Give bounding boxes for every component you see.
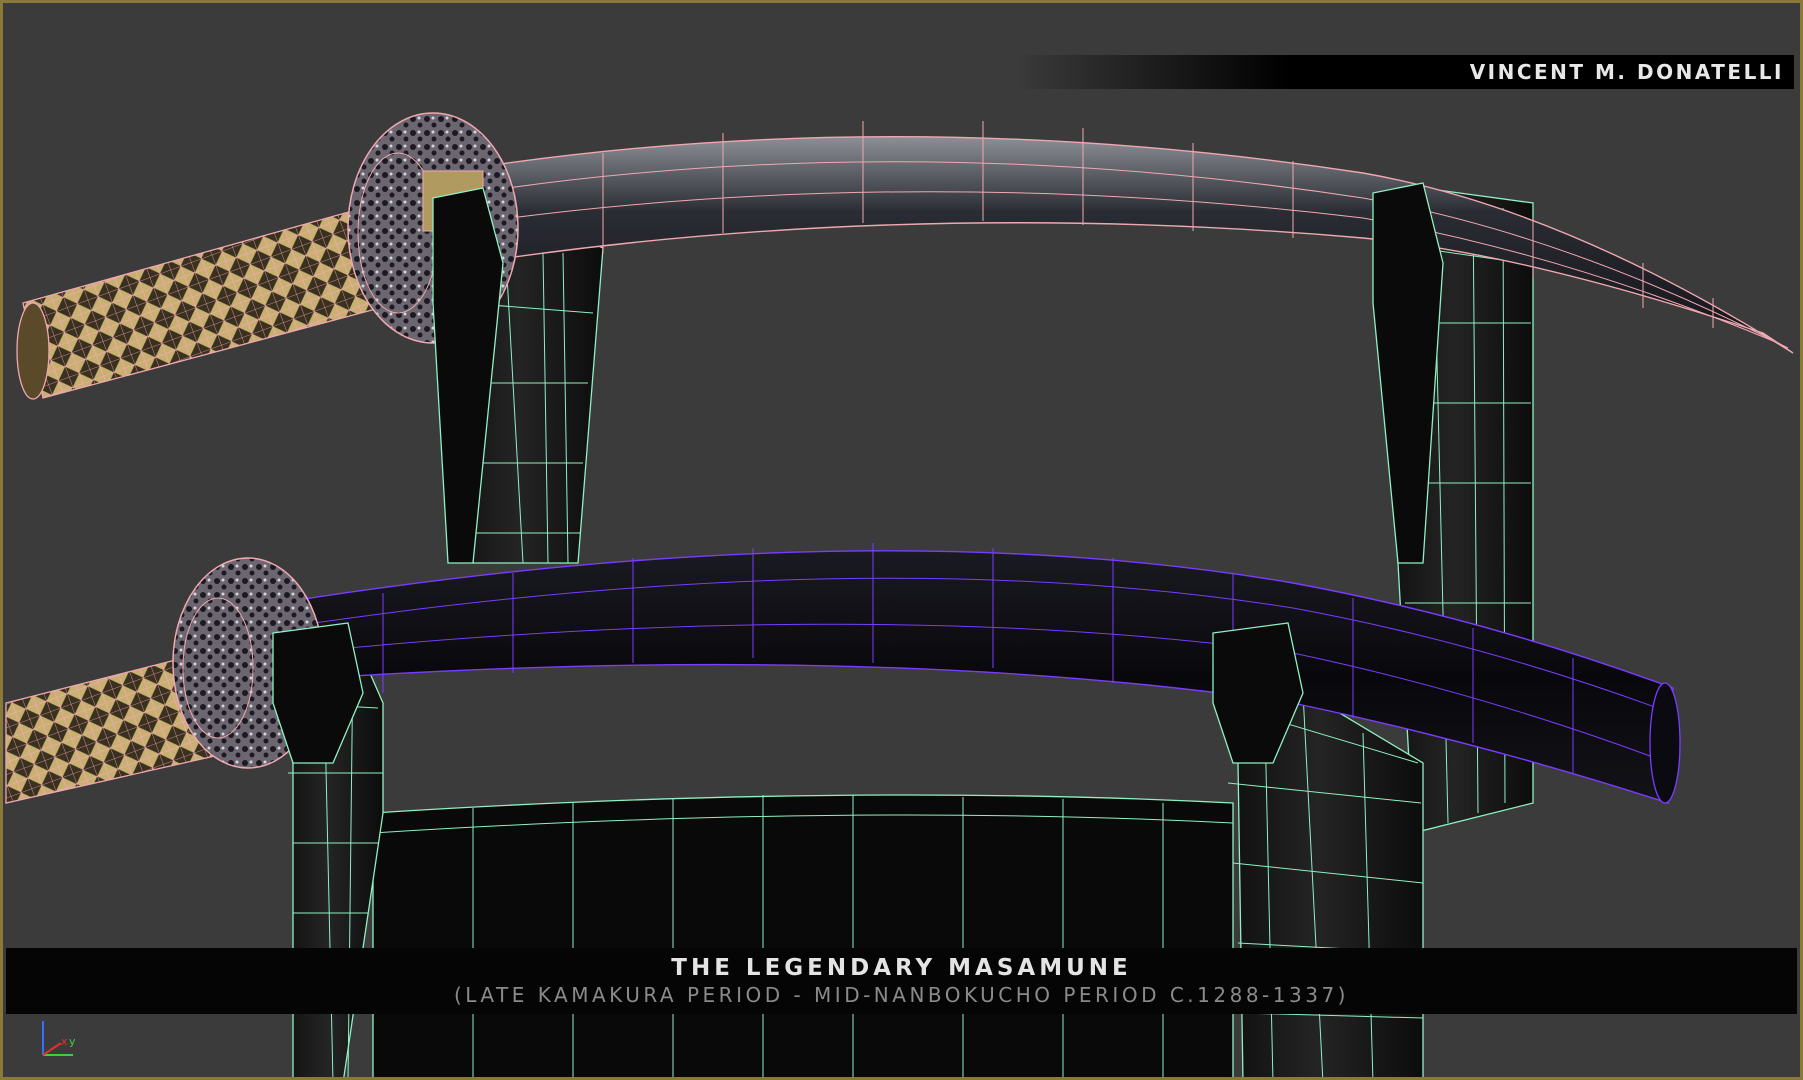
axis-y-label: y [69,1035,76,1048]
render-subtitle: (LATE KAMAKURA PERIOD - MID-NANBOKUCHO P… [454,983,1349,1007]
stand-base [372,794,1234,1077]
3d-viewport[interactable]: VINCENT M. DONATELLI THE LEGENDARY MASAM… [0,0,1803,1080]
wireframe-scene [5,112,1794,1077]
axis-gizmo-icon: x y [42,1021,76,1056]
katana-handle [16,207,399,400]
render-title: THE LEGENDARY MASAMUNE [671,955,1132,981]
caption-bar: THE LEGENDARY MASAMUNE (LATE KAMAKURA PE… [6,948,1797,1014]
axis-x-label: x [61,1035,68,1048]
author-banner: VINCENT M. DONATELLI [1014,55,1794,89]
katana-blade [472,121,1794,354]
author-name: VINCENT M. DONATELLI [1469,60,1784,84]
